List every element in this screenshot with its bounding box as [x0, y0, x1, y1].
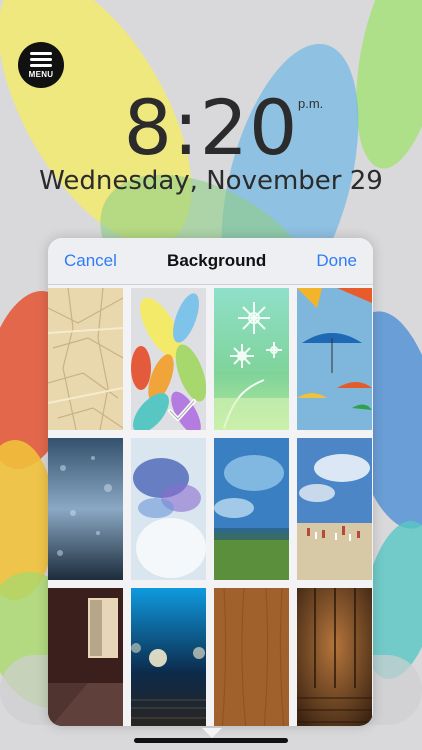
- wallpaper-grid: [48, 286, 373, 726]
- clock-ampm: p.m.: [298, 96, 324, 111]
- wallpaper-tile-beach-painting[interactable]: [297, 438, 372, 580]
- menu-button[interactable]: MENU: [18, 42, 64, 88]
- menu-label: MENU: [28, 69, 54, 79]
- selected-check-icon: [168, 399, 196, 421]
- popover-arrow: [202, 728, 222, 738]
- wallpaper-tile-wood-light[interactable]: [214, 588, 289, 726]
- clock: 8:20 p.m. Wednesday, November 29: [0, 83, 422, 197]
- wallpaper-tile-bokeh-deck[interactable]: [131, 588, 206, 726]
- clock-date: Wednesday, November 29: [39, 166, 383, 196]
- wallpaper-tile-wood-dark[interactable]: [297, 588, 372, 726]
- wallpaper-tile-colorful-petals[interactable]: [131, 288, 206, 430]
- hamburger-icon: [30, 51, 52, 67]
- done-button[interactable]: Done: [316, 251, 357, 271]
- picker-header: Cancel Background Done: [48, 238, 373, 285]
- wallpaper-tile-dark-room[interactable]: [48, 588, 123, 726]
- wallpaper-tile-painted-field[interactable]: [214, 438, 289, 580]
- home-indicator[interactable]: [134, 738, 288, 743]
- wallpaper-tile-umbrellas[interactable]: [297, 288, 372, 430]
- cancel-button[interactable]: Cancel: [64, 251, 117, 271]
- wallpaper-tile-crumpled-paper[interactable]: [48, 288, 123, 430]
- wallpaper-tile-blue-smoke[interactable]: [131, 438, 206, 580]
- picker-title: Background: [167, 251, 267, 270]
- wallpaper-tile-green-flowers[interactable]: [214, 288, 289, 430]
- wallpaper-tile-rain-glass[interactable]: [48, 438, 123, 580]
- background-picker-sheet: Cancel Background Done: [48, 238, 373, 726]
- clock-time: 8:20: [123, 83, 299, 172]
